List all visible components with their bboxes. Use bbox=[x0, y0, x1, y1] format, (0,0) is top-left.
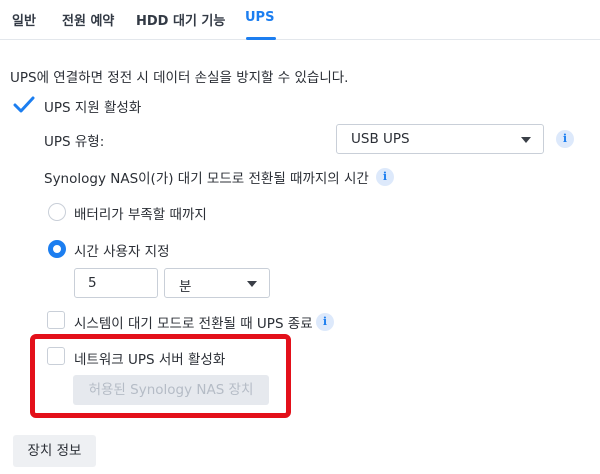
ups-description: UPS에 연결하면 정전 시 데이터 손실을 방지할 수 있습니다. bbox=[10, 70, 349, 86]
check-icon bbox=[13, 96, 35, 113]
info-icon[interactable]: i bbox=[556, 130, 574, 148]
tab-ups[interactable]: UPS bbox=[245, 10, 274, 25]
time-unit-value: 분 bbox=[179, 279, 192, 295]
ups-type-value: USB UPS bbox=[351, 131, 410, 147]
tab-power-schedule[interactable]: 전원 예약 bbox=[62, 10, 114, 29]
radio-until-low-battery[interactable] bbox=[48, 203, 66, 221]
shutdown-ups-label: 시스템이 대기 모드로 전환될 때 UPS 종료 bbox=[74, 316, 313, 332]
radio-until-low-battery-label: 배터리가 부족할 때까지 bbox=[74, 207, 207, 223]
shutdown-ups-checkbox[interactable] bbox=[47, 311, 65, 329]
chevron-down-icon bbox=[247, 281, 257, 287]
tab-hdd-hibernation[interactable]: HDD 대기 기능 bbox=[136, 10, 225, 29]
standby-time-label: Synology NAS이(가) 대기 모드로 전환될 때까지의 시간 bbox=[44, 171, 369, 187]
device-info-button[interactable]: 장치 정보 bbox=[13, 435, 96, 467]
custom-time-input[interactable]: 5 bbox=[74, 268, 158, 298]
info-icon[interactable]: i bbox=[316, 313, 334, 331]
ups-support-checkbox[interactable] bbox=[13, 96, 35, 114]
custom-time-value: 5 bbox=[88, 275, 97, 291]
ups-support-label: UPS 지원 활성화 bbox=[44, 100, 142, 116]
radio-custom-time-label: 시간 사용자 지정 bbox=[74, 244, 170, 260]
chevron-down-icon bbox=[521, 137, 531, 143]
ups-type-label: UPS 유형: bbox=[44, 134, 105, 150]
ups-type-select[interactable]: USB UPS bbox=[336, 124, 544, 154]
radio-custom-time[interactable] bbox=[48, 240, 66, 258]
tab-general[interactable]: 일반 bbox=[12, 10, 36, 29]
time-unit-select[interactable]: 분 bbox=[164, 268, 270, 298]
highlight-box bbox=[30, 334, 291, 418]
tab-bar: 일반 전원 예약 HDD 대기 기능 UPS bbox=[0, 0, 600, 40]
info-icon[interactable]: i bbox=[376, 168, 394, 186]
active-tab-indicator bbox=[246, 37, 276, 40]
